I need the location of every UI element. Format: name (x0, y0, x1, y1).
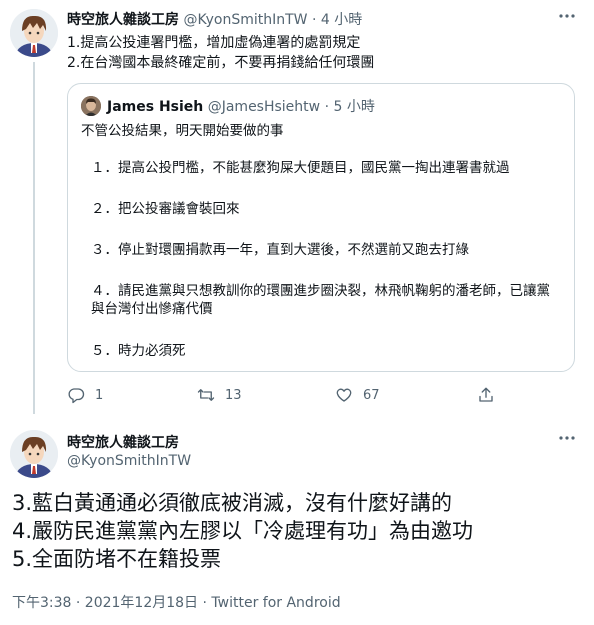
tweet-timestamp: 下午3:38 · 2021年12月18日 · Twitter for Andro… (12, 592, 341, 612)
author-name[interactable]: 時空旅人雜談工房 (67, 432, 179, 452)
client-link[interactable]: Twitter for Android (211, 595, 340, 611)
tweet-line: 3.藍白黃通通必須徹底被消滅，沒有什麼好講的 (12, 491, 453, 515)
quoted-avatar (81, 96, 101, 116)
share-icon (479, 387, 493, 402)
reply-icon (68, 388, 85, 404)
quoted-line: ５．時力必須死 (91, 343, 186, 359)
quoted-line: ２．把公投審議會裝回來 (91, 201, 240, 217)
quoted-line: １．提高公投門檻，不能甚麼狗屎大便題目，國民黨一掏出連署書就過 (91, 160, 510, 176)
retweet-icon (197, 389, 215, 401)
author-name[interactable]: 時空旅人雜談工房 (67, 12, 179, 28)
tweet-line: 5.全面防堵不在籍投票 (12, 547, 222, 571)
tweet-text: 3.藍白黃通通必須徹底被消滅，沒有什麼好講的 4.嚴防民進黨黨內左膠以「冷處理有… (12, 489, 582, 573)
author-handle[interactable]: @KyonSmithInTW (67, 453, 191, 469)
like-icon (336, 388, 352, 402)
like-button[interactable]: 67 (335, 383, 380, 407)
tweet-actions: 1 13 67 (67, 383, 517, 407)
share-button[interactable] (477, 383, 505, 407)
quoted-tweet[interactable]: James Hsieh @JamesHsiehtw · 5 小時 不管公投結果，… (67, 83, 575, 372)
tweet-time[interactable]: 4 小時 (321, 12, 362, 28)
tweet-line: 2.在台灣國本最終確定前，不要再捐錢給任何環團 (67, 55, 375, 71)
separator-dot: · (324, 99, 330, 115)
quoted-line: 不管公投結果，明天開始要做的事 (81, 123, 284, 139)
more-icon[interactable] (556, 430, 578, 446)
quoted-line: ３．停止對環團捐款再一年，直到大選後，不然選前又跑去打綠 (91, 242, 469, 258)
quoted-author-handle: @JamesHsiehtw (207, 99, 321, 115)
author-handle[interactable]: @KyonSmithInTW (183, 12, 307, 28)
tweet-text: 1.提高公投連署門檻，增加虛偽連署的處罰規定 2.在台灣國本最終確定前，不要再捐… (67, 33, 577, 73)
separator-dot: · (311, 12, 317, 28)
avatar[interactable] (10, 430, 58, 478)
retweet-count: 13 (225, 387, 242, 403)
quoted-line: ４．請民進黨與只想教訓你的環團進步圈決裂，林飛帆鞠躬的潘老師，已讓黨與台灣付出慘… (91, 283, 550, 317)
timestamp-text[interactable]: 下午3:38 · 2021年12月18日 · (12, 595, 211, 611)
avatar[interactable] (10, 9, 58, 57)
retweet-button[interactable]: 13 (197, 383, 242, 407)
more-icon[interactable] (556, 8, 578, 24)
quoted-header: James Hsieh @JamesHsiehtw · 5 小時 (107, 96, 375, 116)
reply-count: 1 (95, 387, 104, 403)
tweet-header: 時空旅人雜談工房 @KyonSmithInTW · 4 小時 (67, 9, 362, 29)
quoted-author-name: James Hsieh (107, 99, 204, 115)
tweet-line: 1.提高公投連署門檻，增加虛偽連署的處罰規定 (67, 35, 361, 51)
quoted-time: 5 小時 (333, 99, 375, 115)
like-count: 67 (363, 387, 380, 403)
thread-connector (33, 62, 35, 414)
tweet-line: 4.嚴防民進黨黨內左膠以「冷處理有功」為由邀功 (12, 519, 474, 543)
reply-button[interactable]: 1 (67, 383, 103, 407)
